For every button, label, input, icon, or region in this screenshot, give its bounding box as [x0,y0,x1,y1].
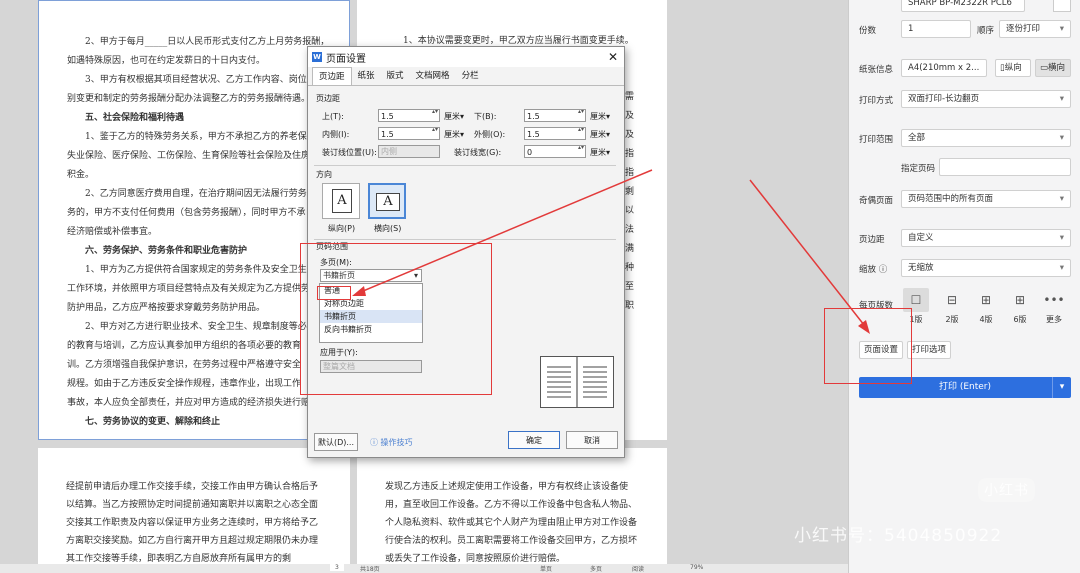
annotation-arrow [355,169,653,295]
annotation-arrows [352,169,870,334]
xiaohongshu-logo: 小红书 [978,478,1035,502]
watermark-id: 小红书号：5404850922 [794,526,1003,546]
arrow-head [352,286,366,296]
arrow-head [858,320,870,334]
annotation-arrow [749,179,869,331]
